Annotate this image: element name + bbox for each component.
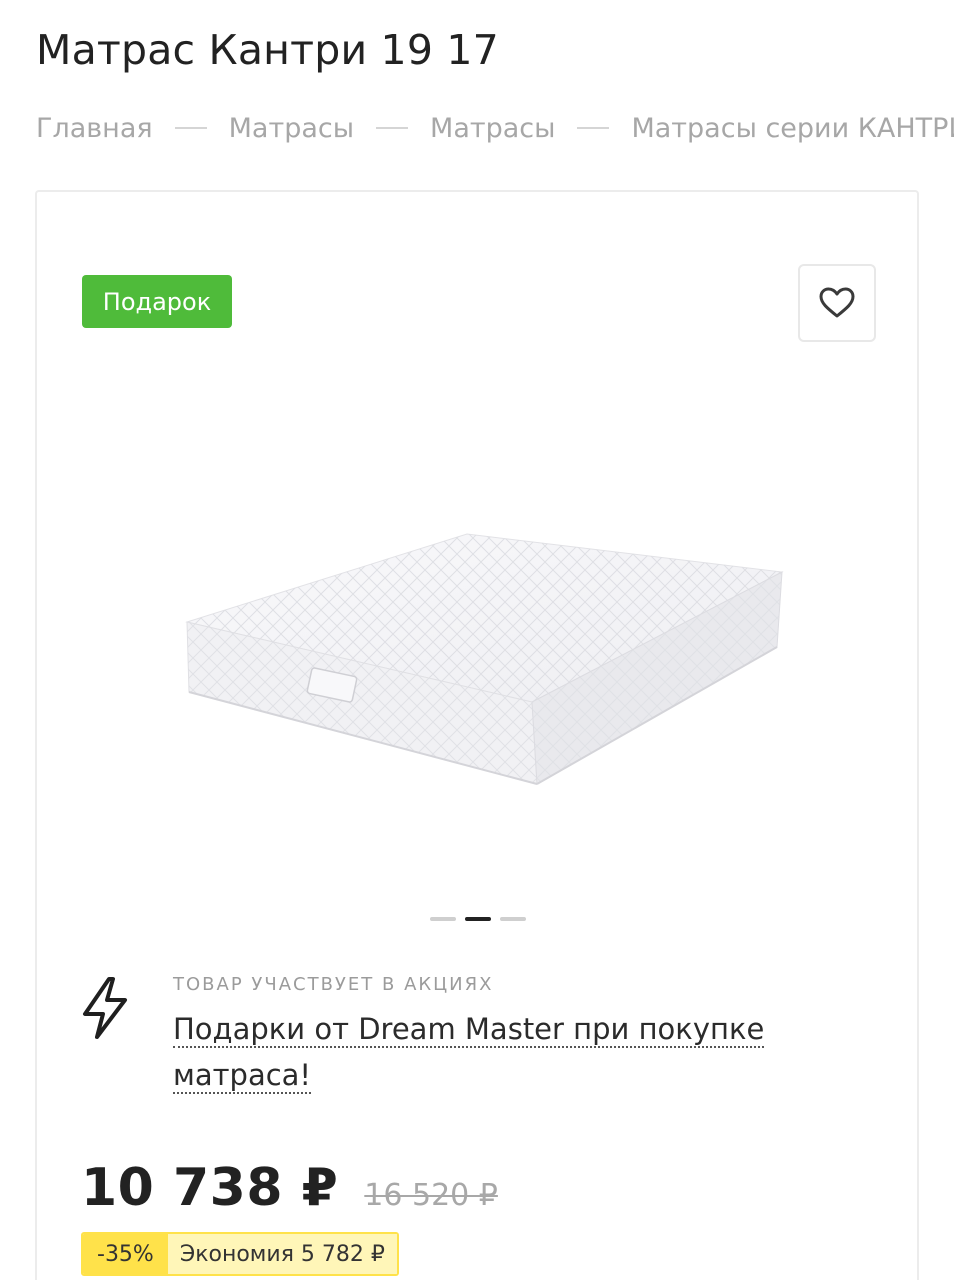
breadcrumb-series[interactable]: Матрасы серии КАНТРИ	[631, 113, 954, 144]
product-image[interactable]	[177, 522, 797, 802]
saving-amount: Экономия 5 782 ₽	[167, 1234, 397, 1274]
product-page: Матрас Кантри 19 17 Главная Матрасы Матр…	[0, 0, 954, 1280]
gallery-pagination	[430, 916, 526, 922]
old-price: 16 520 ₽	[364, 1178, 498, 1213]
current-price: 10 738 ₽	[81, 1158, 339, 1218]
breadcrumb-home[interactable]: Главная	[36, 113, 153, 144]
breadcrumb-separator	[376, 127, 409, 129]
breadcrumb: Главная Матрасы Матрасы Матрасы серии КА…	[36, 108, 954, 148]
breadcrumb-separator	[577, 127, 610, 129]
lightning-icon	[83, 977, 127, 1039]
price-row: 10 738 ₽ 16 520 ₽	[81, 1158, 498, 1218]
gallery-dot[interactable]	[430, 917, 456, 921]
gift-badge: Подарок	[82, 275, 232, 328]
discount-badge: -35%	[83, 1234, 168, 1274]
promo-link[interactable]: Подарки от Dream Master при покупке матр…	[173, 1006, 813, 1098]
page-title: Матрас Кантри 19 17	[36, 26, 499, 74]
breadcrumb-mattresses[interactable]: Матрасы	[229, 113, 354, 144]
breadcrumb-mattresses-sub[interactable]: Матрасы	[430, 113, 555, 144]
gallery-dot-active[interactable]	[465, 917, 491, 921]
promo-link-text[interactable]: Подарки от Dream Master при покупке матр…	[173, 1012, 765, 1094]
heart-icon	[819, 287, 855, 318]
discount-row: -35% Экономия 5 782 ₽	[81, 1232, 399, 1276]
favorite-button[interactable]	[798, 264, 876, 342]
breadcrumb-separator	[174, 127, 207, 129]
gallery-dot[interactable]	[500, 917, 526, 921]
product-card: Подарок ТОВАР УЧАСТВУЕТ В АКЦИЯХ Подарки…	[35, 190, 919, 1280]
promo-caption: ТОВАР УЧАСТВУЕТ В АКЦИЯХ	[173, 974, 494, 995]
